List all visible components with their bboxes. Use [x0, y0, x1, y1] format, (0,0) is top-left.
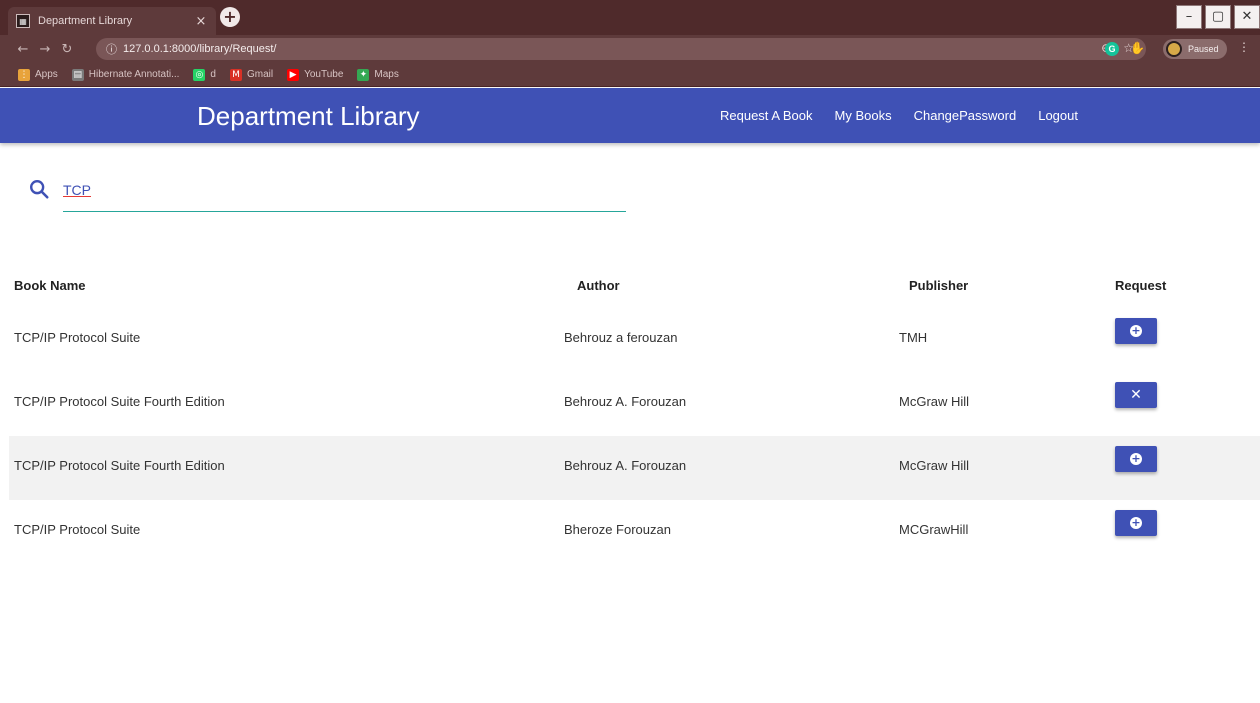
bookmark-item[interactable]: ▤ Hibernate Annotati... — [71, 68, 180, 81]
bookmark-label: YouTube — [304, 69, 344, 80]
tab-close-icon[interactable]: × — [194, 14, 208, 29]
request-book-button[interactable]: + — [1115, 446, 1157, 472]
nav-link-logout[interactable]: Logout — [1038, 108, 1078, 123]
search-field — [63, 178, 626, 212]
header-author: Author — [577, 278, 620, 293]
library-favicon-icon: ▦ — [16, 14, 30, 28]
bookmark-label: Apps — [35, 69, 58, 80]
add-circle-icon: + — [1130, 516, 1142, 529]
bookmark-label: Hibernate Annotati... — [88, 69, 180, 80]
bookmark-label: d — [210, 69, 216, 80]
table-header: Book Name Author Publisher Request — [0, 262, 1260, 308]
request-book-button[interactable]: + — [1115, 510, 1157, 536]
site-info-icon[interactable]: ⓘ — [106, 41, 117, 57]
reload-icon[interactable]: ↻ — [56, 42, 78, 57]
maps-icon: ✦ — [357, 68, 370, 81]
window-controls: – ▢ ✕ — [1173, 5, 1260, 29]
book-name-cell: TCP/IP Protocol Suite — [14, 522, 141, 537]
profile-button[interactable]: Paused — [1163, 39, 1227, 59]
restore-button[interactable]: ▢ — [1205, 5, 1231, 29]
page-icon: ▤ — [71, 68, 84, 81]
publisher-cell: McGraw Hill — [899, 394, 970, 409]
bookmark-item[interactable]: ✦ Maps — [357, 68, 399, 81]
publisher-cell: McGraw Hill — [899, 458, 970, 473]
book-name-cell: TCP/IP Protocol Suite Fourth Edition — [14, 458, 225, 473]
new-tab-button[interactable]: + — [220, 7, 240, 27]
table-row: TCP/IP Protocol Suite Fourth Edition Behr… — [9, 436, 1260, 500]
book-name-cell: TCP/IP Protocol Suite Fourth Edition — [14, 394, 225, 409]
table-body: TCP/IP Protocol Suite Behrouz a ferouzan T… — [0, 308, 1260, 564]
browser-toolbar: ← → ↻ ⓘ 127.0.0.1:8000/library/Request/ … — [0, 35, 1260, 63]
close-icon: ✕ — [1130, 387, 1142, 403]
author-cell: Behrouz A. Forouzan — [564, 458, 687, 473]
youtube-icon: ▶ — [287, 68, 300, 81]
search-icon — [28, 178, 50, 205]
bookmark-item[interactable]: ◎ d — [193, 68, 216, 81]
book-name-cell: TCP/IP Protocol Suite — [14, 330, 141, 345]
nav-link-my-books[interactable]: My Books — [835, 108, 892, 123]
table-row: TCP/IP Protocol Suite Fourth Edition Behr… — [9, 372, 1260, 436]
table-row: TCP/IP Protocol Suite Bheroze Forouzan MCG… — [9, 500, 1260, 564]
publisher-cell: TMH — [899, 330, 928, 345]
bookmark-label: Maps — [374, 69, 399, 80]
nav-link-change-password[interactable]: ChangePassword — [914, 108, 1017, 123]
forward-arrow-icon[interactable]: → — [34, 42, 56, 57]
header-publisher: Publisher — [909, 278, 969, 293]
tab-title: Department Library — [38, 15, 133, 27]
apps-grid-icon: ⋮ — [18, 68, 30, 81]
search-input[interactable] — [63, 178, 626, 198]
header-request: Request — [1115, 278, 1167, 293]
app-navbar: Department Library Request A Book My Boo… — [0, 88, 1260, 143]
request-book-button[interactable]: + — [1115, 318, 1157, 344]
cancel-request-button[interactable]: ✕ — [1115, 382, 1157, 408]
avatar — [1166, 41, 1182, 57]
bookmark-item[interactable]: ▶ YouTube — [287, 68, 344, 81]
whatsapp-icon: ◎ — [193, 68, 206, 81]
browser-tabstrip: ▦ Department Library × + – ▢ ✕ — [0, 0, 1260, 35]
nav-links: Request A Book My Books ChangePassword L… — [720, 108, 1100, 123]
gmail-icon: M — [229, 68, 242, 81]
author-cell: Behrouz a ferouzan — [564, 330, 678, 345]
books-table: Book Name Author Publisher Request TCP/I… — [0, 262, 1260, 564]
bookmark-item[interactable]: M Gmail — [229, 68, 274, 81]
close-window-button[interactable]: ✕ — [1234, 5, 1260, 29]
table-row: TCP/IP Protocol Suite Behrouz a ferouzan T… — [9, 308, 1260, 372]
bookmark-item[interactable]: ⋮ Apps — [18, 68, 58, 81]
browser-tab[interactable]: ▦ Department Library × — [8, 7, 216, 35]
profile-status-label: Paused — [1188, 44, 1219, 54]
back-arrow-icon[interactable]: ← — [12, 42, 34, 57]
bookmark-label: Gmail — [246, 69, 274, 80]
grammarly-extension-icon[interactable]: G — [1105, 42, 1119, 56]
extension-icon[interactable]: ✋ — [1130, 41, 1145, 55]
minimize-button[interactable]: – — [1176, 5, 1202, 29]
author-cell: Behrouz A. Forouzan — [564, 394, 687, 409]
header-book-name: Book Name — [14, 278, 86, 293]
add-circle-icon: + — [1130, 324, 1142, 337]
bookmarks-bar: ⋮ Apps ▤ Hibernate Annotati... ◎ d M Gmail ▶ YouT… — [0, 63, 1260, 87]
menu-kebab-icon[interactable]: ⋮ — [1238, 40, 1250, 54]
add-circle-icon: + — [1130, 452, 1142, 465]
address-bar[interactable]: ⓘ 127.0.0.1:8000/library/Request/ ⊕ ☆ — [96, 38, 1146, 60]
author-cell: Bheroze Forouzan — [564, 522, 671, 537]
address-url: 127.0.0.1:8000/library/Request/ — [123, 43, 277, 55]
nav-link-request-a-book[interactable]: Request A Book — [720, 108, 813, 123]
publisher-cell: MCGrawHill — [899, 522, 969, 537]
brand-title[interactable]: Department Library — [197, 101, 420, 132]
